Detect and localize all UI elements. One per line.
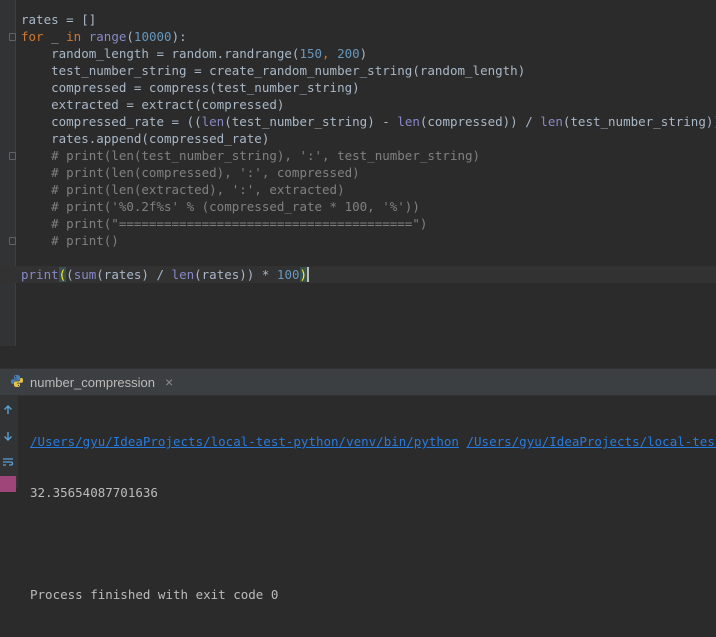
run-tab[interactable]: number_compression ×	[10, 369, 173, 395]
code-token: # print("===============================…	[21, 216, 427, 231]
process-finished-message: Process finished with exit code 0	[30, 586, 716, 603]
code-token: (	[66, 267, 74, 282]
code-line[interactable]: compressed = compress(test_number_string…	[21, 79, 716, 96]
script-path-link[interactable]: /Users/gyu/IdeaProjects/local-test-py	[467, 434, 716, 449]
code-token: # print()	[21, 233, 119, 248]
close-icon[interactable]: ×	[165, 374, 173, 390]
code-token: rates.append(compressed_rate)	[21, 131, 269, 146]
code-line[interactable]: rates.append(compressed_rate)	[21, 130, 716, 147]
code-token: # print(len(compressed), ':', compressed…	[21, 165, 360, 180]
code-token: (test_number_string) -	[224, 114, 397, 129]
command-line: /Users/gyu/IdeaProjects/local-test-pytho…	[30, 433, 716, 450]
code-token	[81, 29, 89, 44]
code-token: random_length = random.randrange(	[21, 46, 299, 61]
code-token: test_number_string = create_random_numbe…	[21, 63, 525, 78]
code-token: rates = []	[21, 12, 96, 27]
code-token: ,	[322, 46, 337, 61]
code-token: # print(len(test_number_string), ':', te…	[21, 148, 480, 163]
console-output: /Users/gyu/IdeaProjects/local-test-pytho…	[30, 399, 716, 637]
code-token: # print(len(extracted), ':', extracted)	[21, 182, 345, 197]
soft-wrap-icon[interactable]	[0, 454, 16, 470]
run-sidebar	[0, 396, 18, 488]
code-token: extracted = extract(compressed)	[21, 97, 284, 112]
stop-icon[interactable]	[0, 476, 16, 492]
python-interpreter-link[interactable]: /Users/gyu/IdeaProjects/local-test-pytho…	[30, 434, 459, 449]
code-line[interactable]: rates = []	[21, 11, 716, 28]
arrow-up-icon[interactable]	[0, 402, 16, 418]
run-tab-bar: number_compression ×	[0, 369, 716, 396]
code-token: in	[66, 29, 81, 44]
fold-marker-icon[interactable]	[9, 152, 16, 160]
code-token: sum	[74, 267, 97, 282]
code-line[interactable]: compressed_rate = ((len(test_number_stri…	[21, 113, 716, 130]
code-token: _	[44, 29, 67, 44]
code-token: )	[360, 46, 368, 61]
code-token: (rates)) *	[194, 267, 277, 282]
code-token: ):	[172, 29, 187, 44]
code-token: 10000	[134, 29, 172, 44]
run-tab-label: number_compression	[30, 375, 155, 390]
code-token: 200	[337, 46, 360, 61]
code-line[interactable]	[21, 249, 716, 266]
code-token: 150	[299, 46, 322, 61]
fold-end-marker-icon[interactable]	[9, 237, 16, 245]
code-token: )	[300, 267, 308, 282]
code-token: (	[126, 29, 134, 44]
code-line[interactable]: # print(len(extracted), ':', extracted)	[21, 181, 716, 198]
code-line[interactable]: extracted = extract(compressed)	[21, 96, 716, 113]
code-line[interactable]: # print('%0.2f%s' % (compressed_rate * 1…	[21, 198, 716, 215]
code-token: (compressed)) /	[420, 114, 540, 129]
arrow-down-icon[interactable]	[0, 428, 16, 444]
code-line[interactable]: print((sum(rates) / len(rates)) * 100)	[0, 266, 716, 283]
fold-marker-icon[interactable]	[9, 33, 16, 41]
code-line[interactable]: random_length = random.randrange(150, 20…	[21, 45, 716, 62]
code-token: range	[89, 29, 127, 44]
editor-gutter	[0, 0, 16, 346]
code-line[interactable]: # print()	[21, 232, 716, 249]
code-line[interactable]: for _ in range(10000):	[21, 28, 716, 45]
code-token: len	[397, 114, 420, 129]
code-line[interactable]: test_number_string = create_random_numbe…	[21, 62, 716, 79]
code-area[interactable]: rates = []for _ in range(10000): random_…	[21, 11, 716, 283]
code-token: len	[202, 114, 225, 129]
blank-line	[30, 535, 716, 552]
code-line[interactable]: # print(len(test_number_string), ':', te…	[21, 147, 716, 164]
code-line[interactable]: # print(len(compressed), ':', compressed…	[21, 164, 716, 181]
code-token: len	[540, 114, 563, 129]
code-token: 100	[277, 267, 300, 282]
code-token: compressed = compress(test_number_string…	[21, 80, 360, 95]
code-token: compressed_rate = ((	[21, 114, 202, 129]
code-token: (rates) /	[96, 267, 171, 282]
code-token: # print('%0.2f%s' % (compressed_rate * 1…	[21, 199, 420, 214]
code-token: print	[21, 267, 59, 282]
code-line[interactable]: # print("===============================…	[21, 215, 716, 232]
python-icon	[10, 374, 24, 391]
code-editor[interactable]: rates = []for _ in range(10000): random_…	[0, 0, 716, 346]
code-token: (test_number_string))	[563, 114, 716, 129]
text-caret	[307, 267, 309, 282]
code-token: for	[21, 29, 44, 44]
code-token: len	[172, 267, 195, 282]
run-tool-window: number_compression × /Users/gyu/IdeaProj…	[0, 368, 716, 488]
